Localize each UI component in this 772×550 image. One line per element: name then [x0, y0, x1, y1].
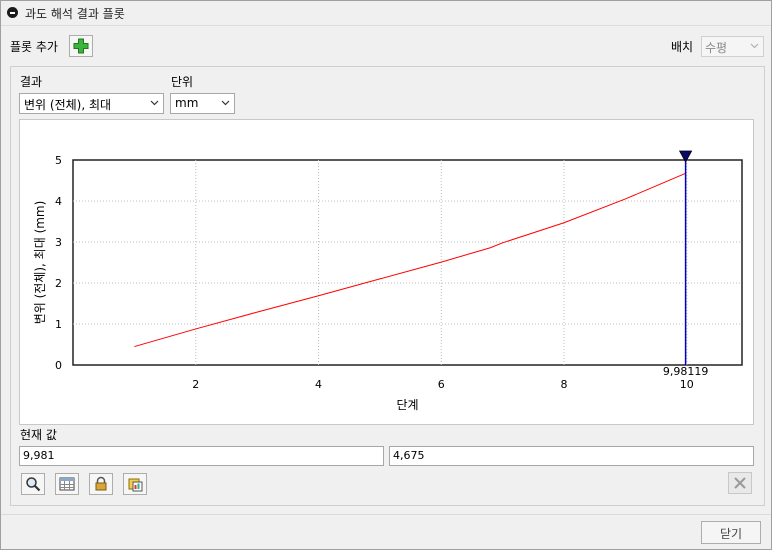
layout-select[interactable]: 수평 — [701, 36, 764, 57]
footer-divider — [1, 514, 771, 515]
layout-value: 수평 — [705, 41, 728, 55]
current-value-label: 현재 값 — [20, 428, 57, 442]
zoom-icon — [26, 477, 41, 492]
title-bar: 과도 해석 결과 플롯 — [1, 1, 771, 26]
cursor-value-label: 9,98119 — [663, 365, 709, 378]
table-icon — [59, 477, 75, 491]
x-tick-label: 6 — [438, 378, 445, 391]
y-tick-label: 5 — [55, 154, 62, 167]
y-tick-label: 1 — [55, 318, 62, 331]
x-axis-label: 단계 — [396, 398, 418, 412]
current-x-field[interactable]: 9,981 — [19, 446, 384, 466]
x-tick-label: 8 — [561, 378, 568, 391]
chart-container[interactable]: 2 4 6 8 10 0 1 2 3 4 5 단계 변위 (전체), 최대 (mm) 9,98119 — [19, 119, 754, 425]
plot-frame — [72, 159, 743, 366]
dialog-window: 과도 해석 결과 플롯 플롯 추가 배치 수평 결과 변위 (전체), 최대 단… — [0, 0, 772, 550]
minus-circle-icon[interactable] — [7, 7, 18, 18]
chevron-down-icon — [150, 100, 159, 106]
unit-value: mm — [175, 96, 199, 110]
y-tick-label: 4 — [55, 195, 62, 208]
x-tick-label: 4 — [315, 378, 322, 391]
lock-icon — [95, 476, 107, 491]
lock-button[interactable] — [89, 473, 113, 495]
y-tick-label: 0 — [55, 359, 62, 372]
unit-label: 단위 — [171, 75, 194, 89]
layout-label: 배치 — [671, 40, 694, 54]
x-tick-label: 2 — [192, 378, 199, 391]
result-label: 결과 — [20, 75, 43, 89]
result-value: 변위 (전체), 최대 — [24, 98, 112, 112]
current-y-field[interactable]: 4,675 — [389, 446, 754, 466]
export-button[interactable] — [123, 473, 147, 495]
window-title: 과도 해석 결과 플롯 — [25, 7, 125, 21]
result-select[interactable]: 변위 (전체), 최대 — [19, 93, 164, 114]
y-tick-label: 3 — [55, 236, 62, 249]
chevron-down-icon — [750, 43, 759, 49]
add-plot-label: 플롯 추가 — [10, 40, 58, 54]
delete-icon — [734, 477, 746, 489]
y-axis-label: 변위 (전체), 최대 (mm) — [33, 201, 47, 325]
chevron-down-icon — [221, 100, 230, 106]
close-button[interactable]: 닫기 — [701, 521, 761, 544]
table-button[interactable] — [55, 473, 79, 495]
delete-plot-button[interactable] — [728, 472, 752, 494]
export-icon — [128, 478, 143, 492]
unit-select[interactable]: mm — [170, 93, 235, 114]
add-plot-button[interactable] — [69, 35, 93, 57]
add-icon — [73, 38, 89, 54]
result-chart[interactable]: 2 4 6 8 10 0 1 2 3 4 5 단계 변위 (전체), 최대 (mm) 9,98119 — [20, 120, 753, 424]
zoom-button[interactable] — [21, 473, 45, 495]
y-tick-label: 2 — [55, 277, 62, 290]
x-tick-label: 10 — [680, 378, 694, 391]
